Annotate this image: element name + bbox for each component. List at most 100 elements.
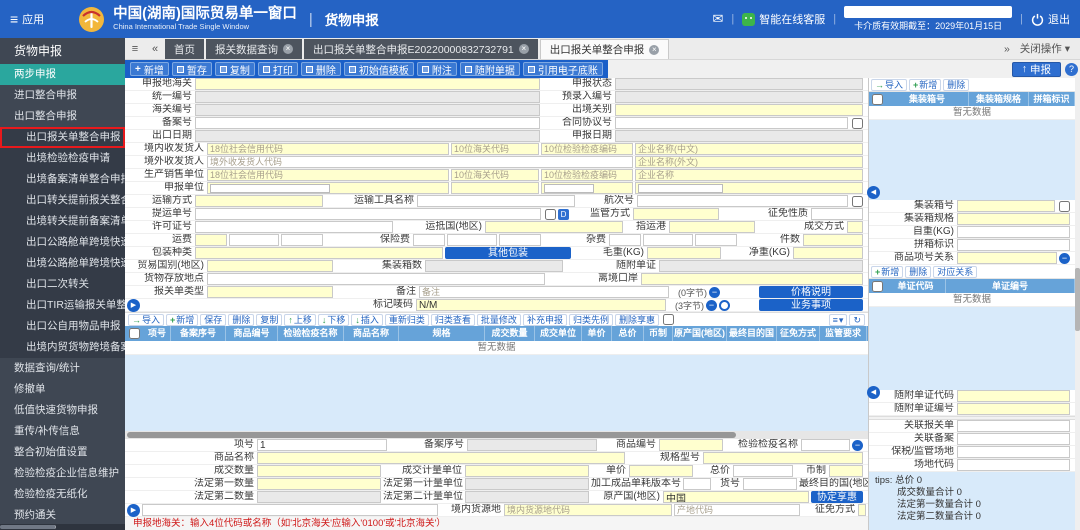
text-input[interactable] [451,182,539,194]
card-reader-field[interactable] [844,6,1012,18]
toolbar-button-2[interactable]: 复制 [215,62,255,76]
text-input[interactable] [207,260,333,272]
close-tab-icon[interactable]: × [649,45,659,55]
text-input[interactable] [207,273,545,285]
text-input[interactable] [695,234,737,246]
text-input[interactable] [659,439,723,451]
container-toolbar-button-2[interactable]: 删除 [943,79,969,91]
tab-1[interactable]: 报关数据查询× [206,39,302,59]
text-input[interactable] [195,234,227,246]
scrollbar-thumb[interactable] [127,432,736,438]
items-toolbar-button-0[interactable]: →导入 [128,314,164,326]
text-input[interactable] [957,390,1070,402]
online-service-link[interactable]: 智能在线客服 [742,11,825,27]
text-input[interactable] [635,143,863,155]
expand-icon[interactable]: ▶ [127,299,140,312]
items-toolbar-button-4[interactable]: 复制 [256,314,282,326]
minus-icon[interactable]: − [706,300,717,311]
sidebar-item-4[interactable]: 出境检验检疫申请 [0,148,125,169]
text-input[interactable] [637,195,848,207]
item-no-input[interactable] [257,439,387,451]
items-toolbar-button-11[interactable]: 补充申报 [523,314,567,326]
text-input[interactable] [957,403,1070,415]
sidebar-item-13[interactable]: 出境内贸货物跨境备案清单 [0,337,125,358]
items-toolbar-button-7[interactable]: ↓插入 [351,314,383,326]
text-input[interactable] [485,221,623,233]
items-toolbar-button-5[interactable]: ↑上移 [284,314,316,326]
header-checkbox[interactable] [872,281,883,292]
sidebar-item-1[interactable]: 进口整合申报 [0,85,125,106]
text-input[interactable] [541,169,633,181]
horizontal-scrollbar[interactable] [125,431,868,439]
items-toolbar-button-10[interactable]: 批量修改 [477,314,521,326]
text-input[interactable] [635,156,863,168]
text-input[interactable] [207,156,633,168]
text-input[interactable] [674,504,800,516]
tab-0[interactable]: 首页 [165,39,204,59]
text-input[interactable] [957,200,1055,212]
text-input[interactable] [195,247,443,259]
logout-button[interactable]: 退出 [1031,11,1070,27]
text-input[interactable] [207,169,449,181]
text-input[interactable] [416,299,666,311]
sidebar-item-2[interactable]: 出口整合申报 [0,106,125,127]
text-input[interactable] [195,195,323,207]
items-toolbar-button-6[interactable]: ↓下移 [318,314,350,326]
sidebar-item-12[interactable]: 出口公自用物品申报 [0,316,125,337]
checkbox[interactable] [545,209,556,220]
price-note-button[interactable]: 价格说明 [759,286,863,298]
text-input[interactable] [195,221,393,233]
text-input[interactable] [419,286,669,298]
scrollbar-thumb[interactable] [1075,268,1080,331]
toolbar-button-0[interactable]: +新增 [130,62,169,76]
toolbar-button-5[interactable]: 初始值模板 [344,62,414,76]
sidebar-item-11[interactable]: 出口TIR运输报关单整合申报 [0,295,125,316]
close-operations-dropdown[interactable]: 关闭操作 ▾ [1020,41,1070,56]
refresh-button[interactable]: ↻ [849,314,865,326]
text-input[interactable] [207,286,333,298]
text-input[interactable] [957,226,1070,238]
text-input[interactable] [629,465,693,477]
checkbox[interactable] [852,196,863,207]
minus-icon[interactable]: − [709,287,720,298]
documents-toolbar-button-0[interactable]: +新增 [871,266,903,278]
text-input[interactable] [615,117,848,129]
sidebar-item-6[interactable]: 出口转关提前报关整合申报 [0,190,125,211]
d-flag-icon[interactable]: D [558,209,569,220]
text-input[interactable] [793,247,863,259]
text-input[interactable] [499,234,541,246]
text-input[interactable] [811,208,863,220]
business-items-button[interactable]: 业务事项 [759,299,863,311]
text-input[interactable] [957,459,1070,471]
decl-customs-input[interactable] [195,78,540,90]
sidebar-item-0[interactable]: 两步申报 [0,64,125,85]
documents-toolbar-button-1[interactable]: 删除 [905,266,931,278]
help-icon[interactable]: ? [1065,63,1078,76]
text-input[interactable] [451,143,539,155]
toolbar-button-3[interactable]: 打印 [258,62,298,76]
sidebar-item-8[interactable]: 出口公路舱单跨境快速通关 [0,232,125,253]
items-toolbar-button-13[interactable]: 删除享惠 [615,314,659,326]
declare-button[interactable]: ↑ 申报 [1012,62,1061,77]
inner-input[interactable] [544,184,594,193]
container-toolbar-button-0[interactable]: →导入 [871,79,907,91]
composite-input[interactable] [541,182,633,194]
sidebar-item-18[interactable]: 整合初始值设置 [0,442,125,463]
expand-icon[interactable]: ▶ [127,504,140,517]
sidebar-item-19[interactable]: 检验检疫企业信息维护 [0,463,125,484]
text-input[interactable] [413,234,445,246]
text-input[interactable] [847,221,863,233]
text-input[interactable] [957,239,1070,251]
text-input[interactable] [957,213,1070,225]
text-input[interactable] [957,252,1057,264]
sidebar-item-10[interactable]: 出口二次转关 [0,274,125,295]
tab-3[interactable]: 出口报关单整合申报× [540,39,670,59]
sidebar-item-16[interactable]: 低值快速货物申报 [0,400,125,421]
text-input[interactable] [257,452,625,464]
toolbar-button-8[interactable]: 引用电子底账 [523,62,603,76]
sidebar-scrollbar[interactable] [0,524,125,530]
vertical-scrollbar[interactable] [1075,78,1080,530]
text-input[interactable] [641,273,863,285]
text-input[interactable] [643,234,693,246]
text-input[interactable] [801,439,850,451]
